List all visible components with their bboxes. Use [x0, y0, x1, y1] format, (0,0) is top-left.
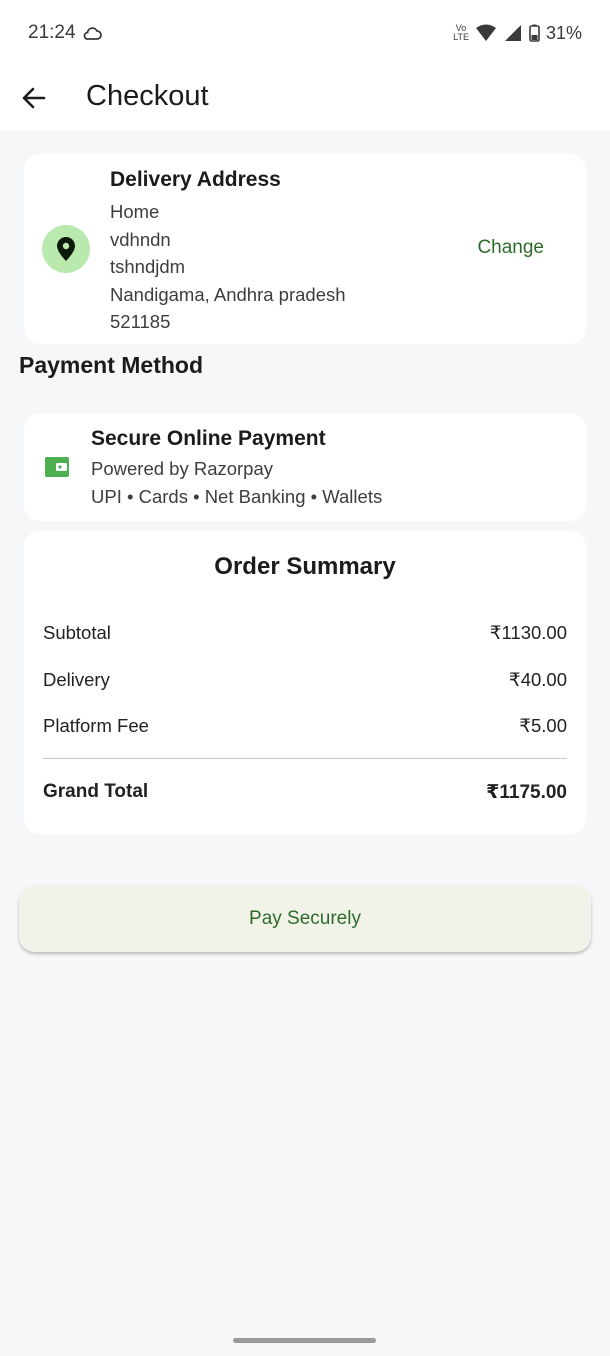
location-pin-badge — [42, 225, 90, 273]
address-line: Home — [110, 201, 160, 222]
payment-methods-text: UPI • Cards • Net Banking • Wallets — [91, 486, 383, 507]
pay-securely-button[interactable]: Pay Securely — [19, 886, 591, 952]
app-bar: Checkout — [0, 66, 610, 130]
grand-total-row: Grand Total ₹1175.00 — [43, 781, 567, 804]
delivery-value: ₹40.00 — [508, 669, 567, 690]
platform-fee-row: Platform Fee ₹5.00 — [43, 715, 567, 737]
payment-title: Secure Online Payment — [91, 427, 326, 450]
payment-method-heading: Payment Method — [19, 352, 204, 378]
address-line: tshndjdm — [110, 256, 186, 277]
address-line: vdhndn — [110, 228, 171, 250]
page-title: Checkout — [86, 80, 209, 112]
payment-option-card[interactable]: Secure Online Payment Powered by Razorpa… — [24, 413, 586, 521]
cloud-icon — [83, 27, 102, 40]
order-summary-title: Order Summary — [214, 553, 396, 580]
location-pin-icon — [57, 237, 75, 261]
change-address-button[interactable]: Change — [477, 237, 544, 259]
subtotal-row: Subtotal ₹1130.00 — [43, 622, 567, 644]
address-lines: Home vdhndn tshndjdm Nandigama, Andhra p… — [110, 198, 346, 336]
status-time: 21:24 — [28, 22, 76, 43]
grand-total-label: Grand Total — [43, 781, 149, 802]
battery-icon — [529, 24, 540, 42]
home-indicator[interactable] — [233, 1338, 376, 1343]
delivery-row: Delivery ₹40.00 — [43, 669, 567, 691]
subtotal-label: Subtotal — [43, 622, 111, 643]
lte-icon: Vo LTE — [453, 23, 469, 42]
order-summary-card: Order Summary Subtotal ₹1130.00 Delivery… — [24, 531, 586, 834]
delivery-address-card: Delivery Address Home vdhndn tshndjdm Na… — [24, 154, 586, 344]
payment-subtitle: Powered by Razorpay — [91, 458, 274, 479]
summary-divider — [43, 758, 567, 759]
wifi-icon — [475, 24, 496, 41]
signal-icon — [504, 25, 521, 41]
delivery-label: Delivery — [43, 669, 110, 690]
platform-fee-label: Platform Fee — [43, 715, 149, 736]
battery-percent: 31% — [545, 22, 582, 43]
subtotal-value: ₹1130.00 — [489, 622, 567, 643]
address-line: 521185 — [110, 311, 171, 332]
grand-total-value: ₹1175.00 — [486, 782, 567, 803]
address-line: Nandigama, Andhra pradesh — [110, 283, 346, 305]
platform-fee-value: ₹5.00 — [519, 715, 567, 736]
wallet-icon — [45, 457, 69, 477]
status-bar: 21:24 Vo LTE 31% — [0, 0, 610, 66]
back-arrow-icon[interactable] — [20, 84, 48, 112]
address-title: Delivery Address — [110, 168, 281, 191]
